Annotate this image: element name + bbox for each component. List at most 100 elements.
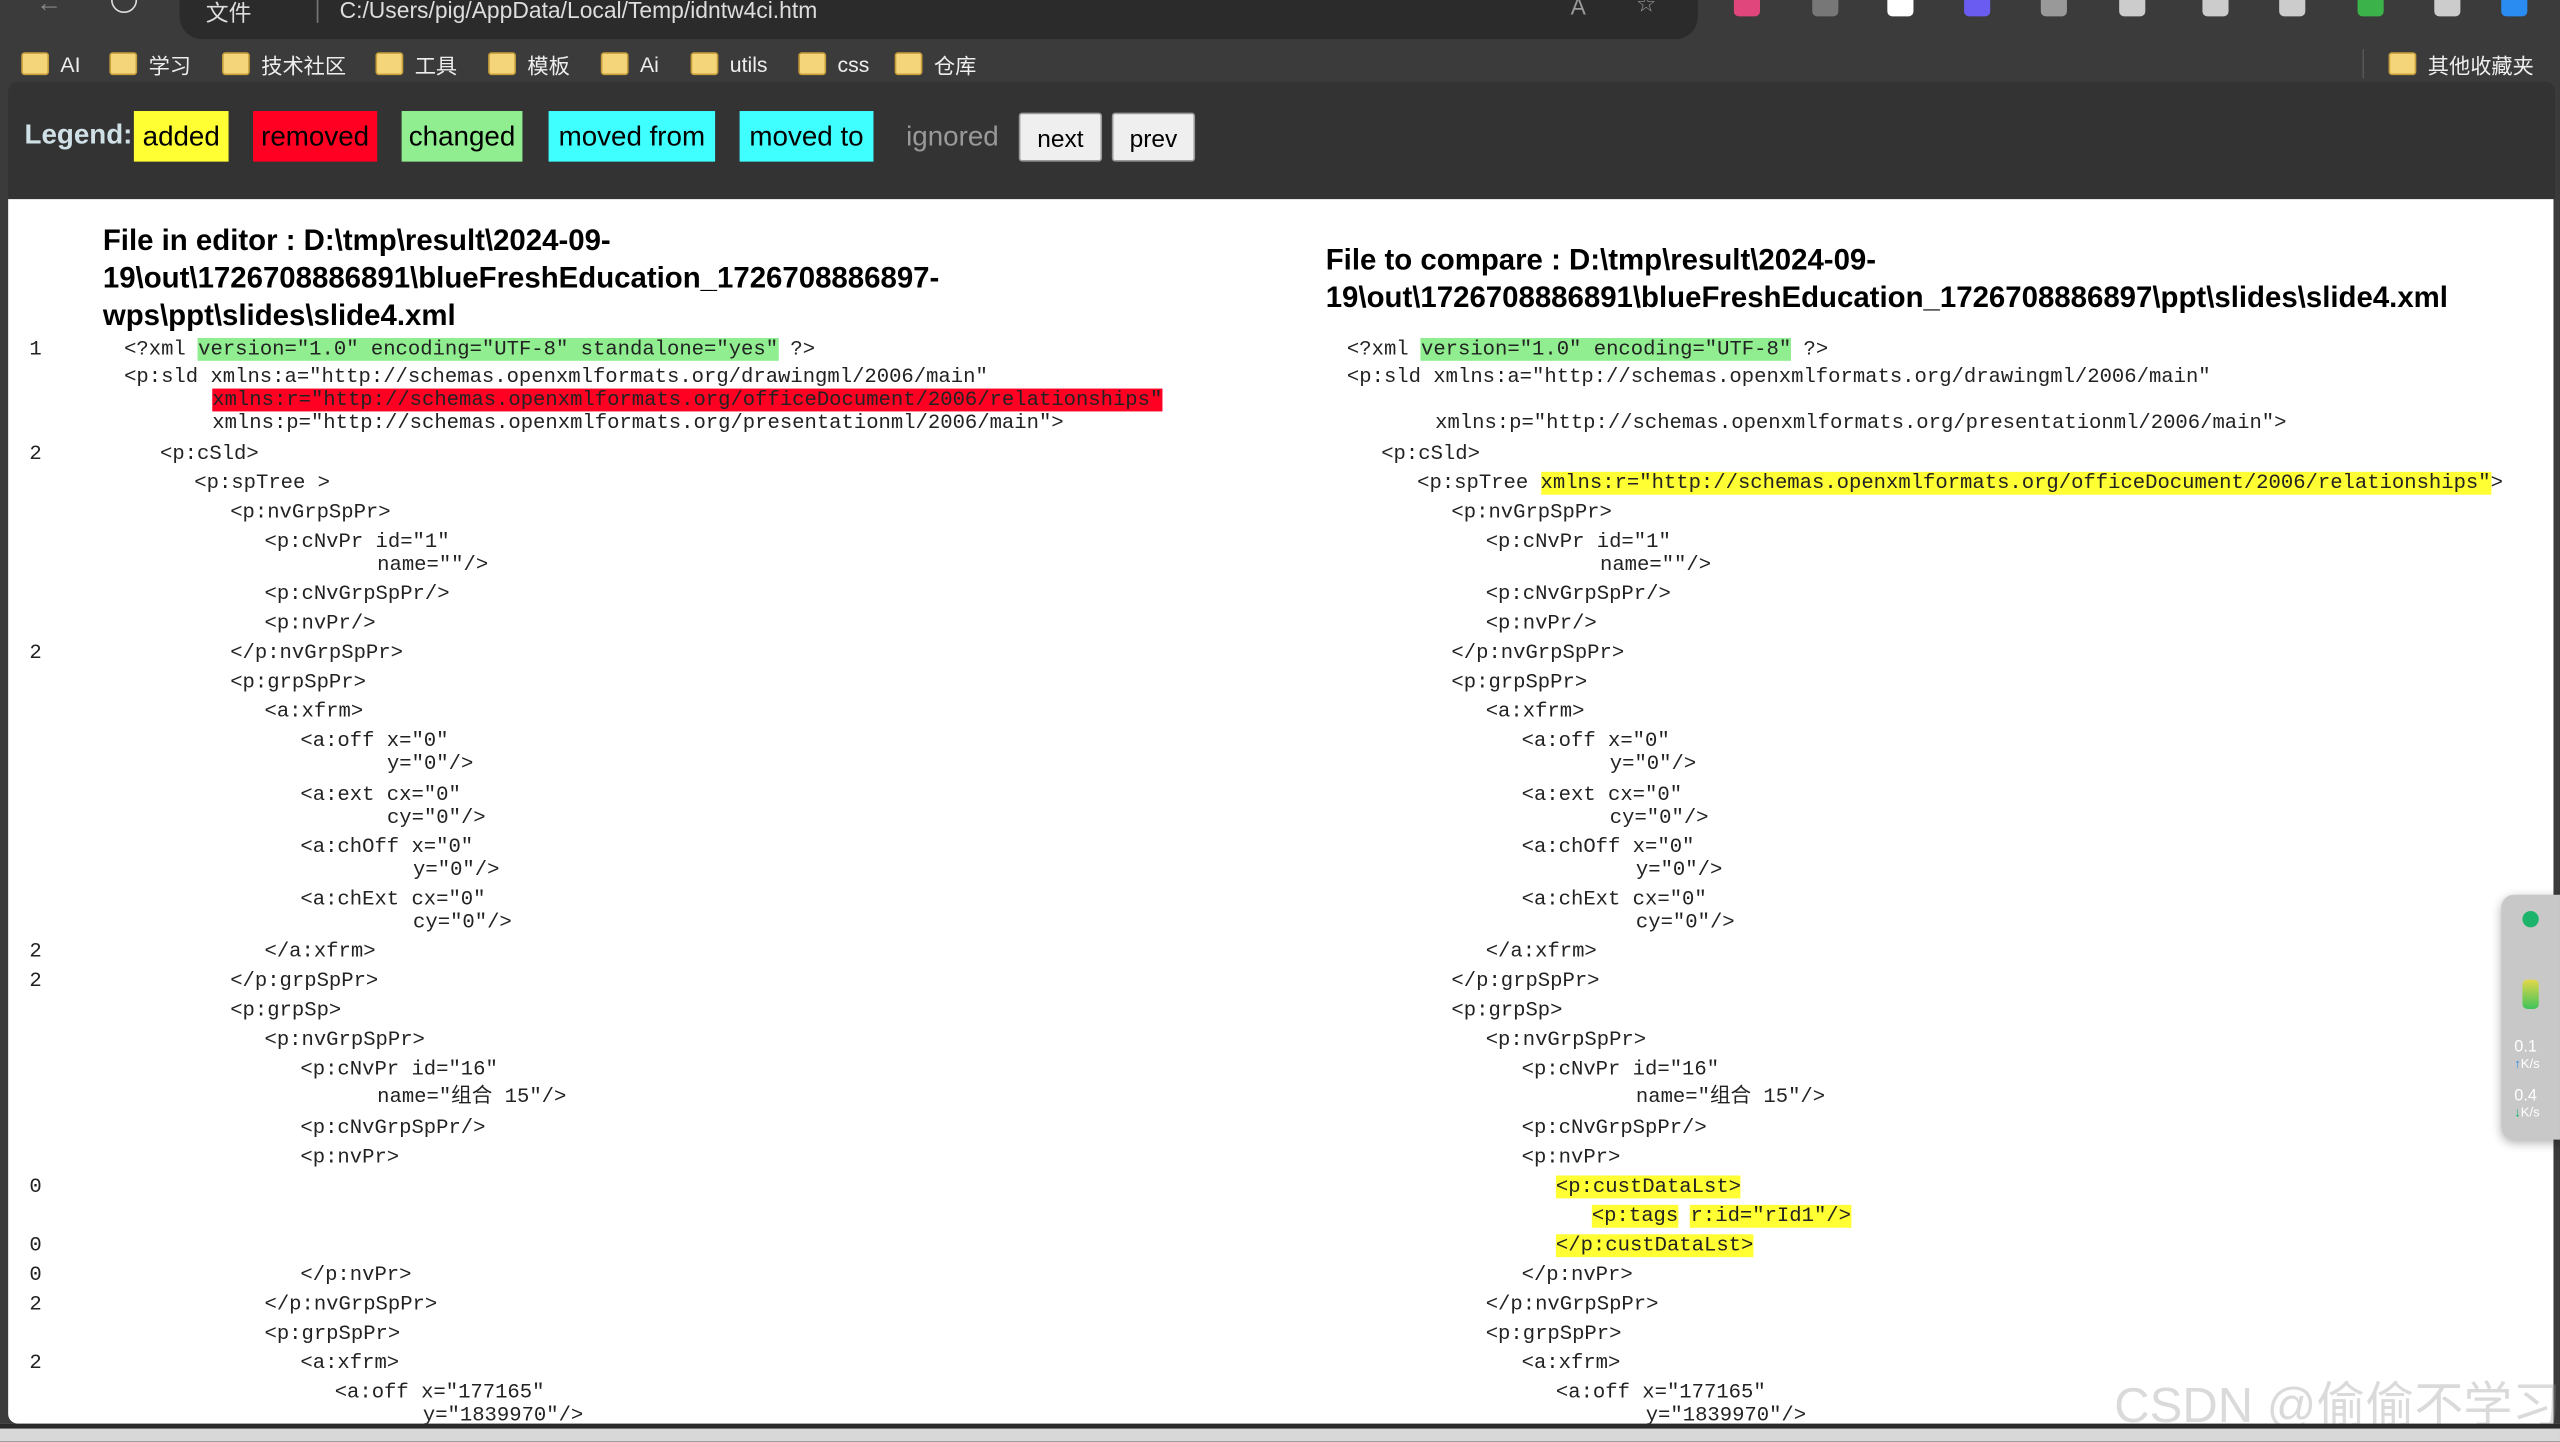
url-text[interactable]: C:/Users/pig/AppData/Local/Temp/idntw4ci… bbox=[340, 0, 818, 23]
bookmark-6[interactable]: utils bbox=[690, 49, 768, 78]
diff-changed-segment: version="1.0" encoding="UTF-8" bbox=[1420, 337, 1792, 360]
code-line: <?xml version="1.0" encoding="UTF-8" ?> bbox=[1347, 337, 1828, 361]
code-segment: <p:nvGrpSpPr> bbox=[1451, 500, 1612, 524]
code-segment: <p:spTree bbox=[1417, 471, 1541, 494]
browser-toolbar: ← 文件 C:/Users/pig/AppData/Local/Temp/idn… bbox=[0, 0, 2560, 46]
status-dot-icon bbox=[2522, 911, 2539, 928]
bookmark-2[interactable]: 技术社区 bbox=[222, 49, 346, 78]
legend-added: added bbox=[133, 111, 229, 162]
bookmark-3[interactable]: 工具 bbox=[375, 49, 457, 78]
code-line: name=""/> bbox=[377, 553, 488, 577]
favorites-icon[interactable] bbox=[2279, 0, 2306, 17]
code-segment: <a:chExt cx="0" bbox=[300, 887, 486, 911]
other-bookmarks[interactable]: 其他收藏夹 bbox=[2388, 49, 2534, 78]
bookmark-1[interactable]: 学习 bbox=[109, 49, 191, 78]
bookmark-0[interactable]: AI bbox=[21, 49, 80, 78]
translate-icon[interactable] bbox=[1733, 0, 1760, 17]
bookmark-7[interactable]: css bbox=[798, 49, 869, 78]
code-segment: <?xml bbox=[1346, 337, 1421, 360]
legend-removed: removed bbox=[253, 111, 378, 162]
code-segment: </p:nvPr> bbox=[1521, 1262, 1633, 1286]
settings-gear-icon[interactable] bbox=[2040, 0, 2067, 17]
code-segment: </p:nvGrpSpPr> bbox=[1451, 640, 1625, 664]
code-segment: <p:nvPr/> bbox=[1485, 611, 1597, 635]
divider bbox=[316, 0, 319, 23]
code-line: <?xml version="1.0" encoding="UTF-8" sta… bbox=[124, 337, 815, 361]
folder-icon bbox=[690, 52, 719, 76]
title-line: File in editor : D:\tmp\result\2024-09- bbox=[102, 223, 611, 257]
code-line: <a:off x="0" bbox=[1522, 729, 1670, 753]
bookmark-5[interactable]: Ai bbox=[600, 49, 659, 78]
folder-icon bbox=[21, 52, 49, 76]
code-segment: <p:nvPr/> bbox=[264, 611, 376, 635]
code-segment: <a:ext cx="0" bbox=[1521, 782, 1683, 806]
code-line: <p:custDataLst> bbox=[1555, 1174, 1742, 1199]
code-segment: <a:xfrm> bbox=[264, 699, 364, 723]
code-line: </p:grpSpPr> bbox=[230, 969, 378, 993]
split-screen-icon[interactable] bbox=[2202, 0, 2229, 17]
bookmark-4[interactable]: 模板 bbox=[488, 49, 570, 78]
prev-button[interactable]: prev bbox=[1111, 112, 1196, 162]
code-line: <p:cNvGrpSpPr/> bbox=[300, 1116, 485, 1140]
code-line: </a:xfrm> bbox=[264, 940, 375, 964]
next-button[interactable]: next bbox=[1018, 112, 1103, 162]
copilot-icon[interactable] bbox=[2501, 0, 2528, 17]
code-segment: </p:nvGrpSpPr> bbox=[1485, 1292, 1659, 1316]
back-icon[interactable]: ← bbox=[36, 0, 62, 20]
address-prefix: 文件 bbox=[205, 0, 252, 27]
code-segment: name="组合 15"/> bbox=[1635, 1084, 1826, 1108]
read-aloud-icon[interactable]: A bbox=[1571, 0, 1586, 20]
diff-removed-segment: xmlns:r="http://schemas.openxmlformats.o… bbox=[212, 387, 1163, 411]
legend-moved-to: moved to bbox=[739, 111, 874, 162]
refresh-icon[interactable] bbox=[111, 0, 138, 14]
code-segment: <a:off x="177165" bbox=[334, 1380, 545, 1404]
bookmarks-bar: AI 学习 技术社区 工具 模板 Ai utils css 仓库 其他收藏夹 bbox=[0, 46, 2560, 82]
more-icon[interactable] bbox=[2434, 0, 2461, 17]
code-segment: </p:grpSpPr> bbox=[1451, 968, 1600, 992]
code-line: y="0"/> bbox=[413, 858, 499, 882]
title-line: wps\ppt\slides\slide4.xml bbox=[102, 298, 456, 332]
code-line: <a:xfrm> bbox=[1486, 700, 1585, 724]
code-line: </p:nvGrpSpPr> bbox=[264, 1292, 437, 1316]
code-line: xmlns:p="http://schemas.openxmlformats.o… bbox=[212, 411, 1063, 435]
code-segment: ?> bbox=[1791, 337, 1829, 360]
code-segment: <p:cNvGrpSpPr/> bbox=[1485, 582, 1671, 605]
extensions-icon[interactable] bbox=[2119, 0, 2146, 17]
code-segment: <p:cSld> bbox=[1381, 441, 1480, 465]
line-number: 2 bbox=[29, 640, 42, 664]
code-segment: <a:chOff x="0" bbox=[300, 835, 474, 858]
code-segment: <p:grpSp> bbox=[230, 998, 342, 1022]
code-segment: <p:cNvPr id="1" bbox=[1485, 529, 1671, 553]
reader-icon[interactable] bbox=[1812, 0, 1839, 17]
extension-purple-icon[interactable] bbox=[1964, 0, 1991, 17]
code-line: <p:cNvPr id="1" bbox=[264, 530, 449, 554]
code-segment: xmlns:p="http://schemas.openxmlformats.o… bbox=[212, 410, 1064, 434]
shield-check-icon[interactable] bbox=[2357, 0, 2384, 17]
bookmark-8[interactable]: 仓库 bbox=[894, 49, 976, 78]
code-line: name="组合 15"/> bbox=[377, 1085, 566, 1109]
code-line: <p:nvGrpSpPr> bbox=[1451, 500, 1611, 524]
line-number: 2 bbox=[29, 1292, 42, 1316]
code-line: <a:off x="177165" bbox=[1556, 1380, 1766, 1404]
network-speed-widget[interactable]: 0.1 ↑K/s 0.4 ↓K/s bbox=[2501, 894, 2560, 1140]
line-number: 2 bbox=[29, 968, 42, 992]
favorite-star-icon[interactable]: ☆ bbox=[1636, 0, 1657, 18]
code-segment: <a:chOff x="0" bbox=[1521, 835, 1695, 858]
qr-icon[interactable] bbox=[1887, 0, 1914, 17]
code-line: <p:grpSp> bbox=[1451, 998, 1562, 1022]
code-line: cy="0"/> bbox=[413, 910, 512, 934]
code-segment: <p:cNvGrpSpPr/> bbox=[264, 582, 450, 605]
address-bar[interactable]: 文件 C:/Users/pig/AppData/Local/Temp/idntw… bbox=[179, 0, 1698, 40]
code-line: <p:grpSpPr> bbox=[1486, 1322, 1622, 1346]
code-line: <p:cNvGrpSpPr/> bbox=[264, 582, 449, 606]
code-line: <p:sld xmlns:a="http://schemas.openxmlfo… bbox=[124, 365, 988, 389]
code-line: cy="0"/> bbox=[387, 806, 486, 830]
code-line: <p:cNvPr id="16" bbox=[300, 1057, 497, 1081]
legend-moved-from: moved from bbox=[548, 111, 716, 162]
code-segment: <p:nvPr> bbox=[300, 1145, 400, 1169]
code-segment: name="组合 15"/> bbox=[377, 1084, 567, 1108]
code-line: name=""/> bbox=[1600, 553, 1711, 577]
folder-icon bbox=[222, 52, 250, 76]
bookmark-label: 模板 bbox=[527, 53, 570, 78]
code-line: y="0"/> bbox=[1636, 858, 1722, 882]
